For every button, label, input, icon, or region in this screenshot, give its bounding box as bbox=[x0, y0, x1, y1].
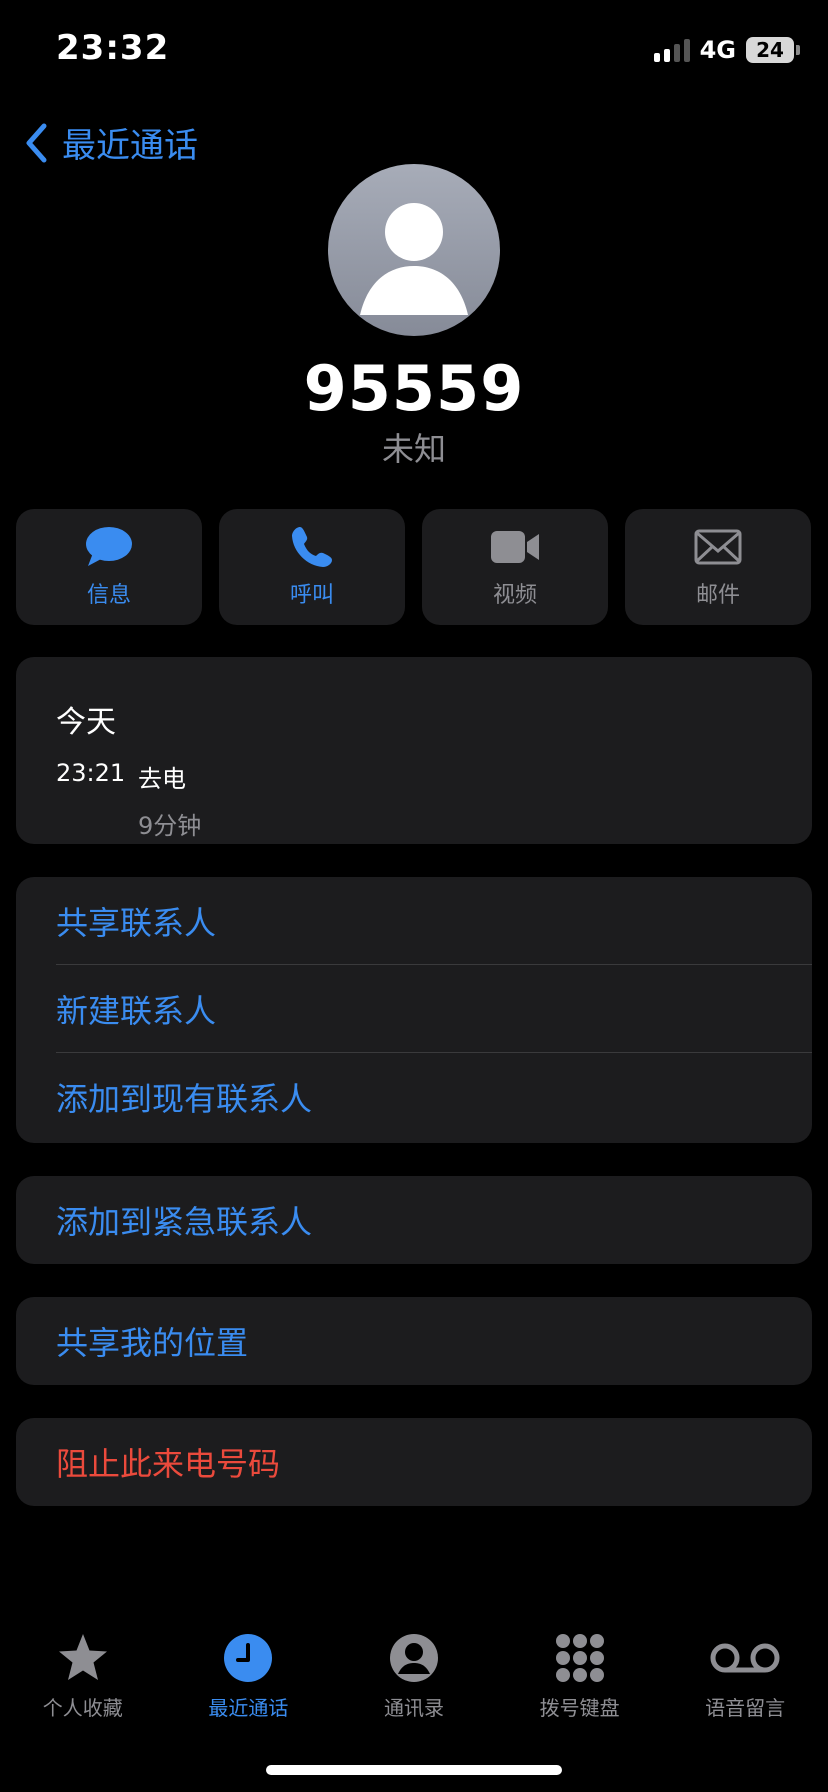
mail-label: 邮件 bbox=[695, 583, 740, 608]
star-icon bbox=[56, 1632, 110, 1684]
action-buttons: 信息 呼叫 视频 邮件 bbox=[16, 509, 812, 625]
emergency-contact-card: 添加到紧急联系人 bbox=[16, 1176, 812, 1264]
tab-label: 最近通话 bbox=[208, 1696, 289, 1720]
tab-bar: 个人收藏 最近通话 通讯录 拨号键盘 语音留言 bbox=[0, 1632, 828, 1721]
call-label: 呼叫 bbox=[289, 583, 334, 608]
cellular-signal-icon bbox=[653, 38, 690, 62]
battery-icon: 24 bbox=[746, 37, 800, 63]
video-button[interactable]: 视频 bbox=[422, 509, 608, 625]
clock-icon bbox=[223, 1632, 273, 1684]
tab-voicemail[interactable]: 语音留言 bbox=[662, 1632, 828, 1721]
call-history-date: 今天 bbox=[56, 705, 116, 740]
message-button[interactable]: 信息 bbox=[16, 509, 202, 625]
tab-keypad[interactable]: 拨号键盘 bbox=[497, 1632, 663, 1721]
share-location-card: 共享我的位置 bbox=[16, 1297, 812, 1385]
envelope-icon bbox=[694, 525, 742, 569]
chevron-left-icon bbox=[26, 123, 47, 162]
video-camera-icon bbox=[490, 525, 540, 569]
call-type: 去电 bbox=[138, 765, 186, 793]
tab-label: 拨号键盘 bbox=[539, 1696, 620, 1720]
message-label: 信息 bbox=[86, 583, 131, 608]
tab-label: 通讯录 bbox=[383, 1696, 444, 1720]
video-label: 视频 bbox=[492, 583, 537, 608]
tab-recents[interactable]: 最近通话 bbox=[166, 1632, 332, 1721]
status-time: 23:32 bbox=[56, 28, 170, 68]
add-emergency-contact-option[interactable]: 添加到紧急联系人 bbox=[56, 1176, 812, 1264]
avatar bbox=[328, 164, 500, 336]
contact-options-card: 共享联系人 新建联系人 添加到现有联系人 bbox=[16, 877, 812, 1143]
block-caller-option[interactable]: 阻止此来电号码 bbox=[56, 1418, 812, 1506]
share-location-option[interactable]: 共享我的位置 bbox=[56, 1297, 812, 1385]
back-button[interactable]: 最近通话 bbox=[24, 118, 198, 167]
call-time: 23:21 bbox=[56, 759, 126, 787]
tab-label: 个人收藏 bbox=[42, 1696, 123, 1720]
network-type: 4G bbox=[699, 36, 736, 64]
share-contact-option[interactable]: 共享联系人 bbox=[56, 877, 812, 965]
keypad-icon bbox=[555, 1632, 605, 1684]
block-caller-card: 阻止此来电号码 bbox=[16, 1418, 812, 1506]
new-contact-option[interactable]: 新建联系人 bbox=[56, 965, 812, 1053]
contact-detail-screen: 23:32 4G 24 最近通话 95559 未知 信息 呼叫 视频 邮件 今天… bbox=[0, 0, 828, 1792]
call-history-entry: 23:21 去电 bbox=[56, 759, 812, 794]
home-indicator[interactable] bbox=[266, 1765, 562, 1775]
tab-label: 语音留言 bbox=[705, 1696, 786, 1720]
tab-favorites[interactable]: 个人收藏 bbox=[0, 1632, 166, 1721]
voicemail-icon bbox=[709, 1632, 781, 1684]
tab-contacts[interactable]: 通讯录 bbox=[331, 1632, 497, 1721]
status-indicators: 4G 24 bbox=[653, 36, 800, 64]
person-silhouette-icon bbox=[360, 203, 468, 315]
person-circle-icon bbox=[389, 1632, 439, 1684]
mail-button[interactable]: 邮件 bbox=[625, 509, 811, 625]
battery-level: 24 bbox=[756, 38, 784, 62]
add-to-existing-contact-option[interactable]: 添加到现有联系人 bbox=[56, 1053, 812, 1141]
phone-icon bbox=[290, 525, 334, 569]
back-label: 最近通话 bbox=[62, 126, 198, 166]
call-button[interactable]: 呼叫 bbox=[219, 509, 405, 625]
message-bubble-icon bbox=[85, 525, 133, 569]
contact-label: 未知 bbox=[381, 430, 446, 468]
contact-number: 95559 bbox=[303, 352, 525, 425]
call-duration: 9分钟 bbox=[138, 812, 202, 840]
call-history-card: 今天 23:21 去电 9分钟 bbox=[16, 657, 812, 844]
